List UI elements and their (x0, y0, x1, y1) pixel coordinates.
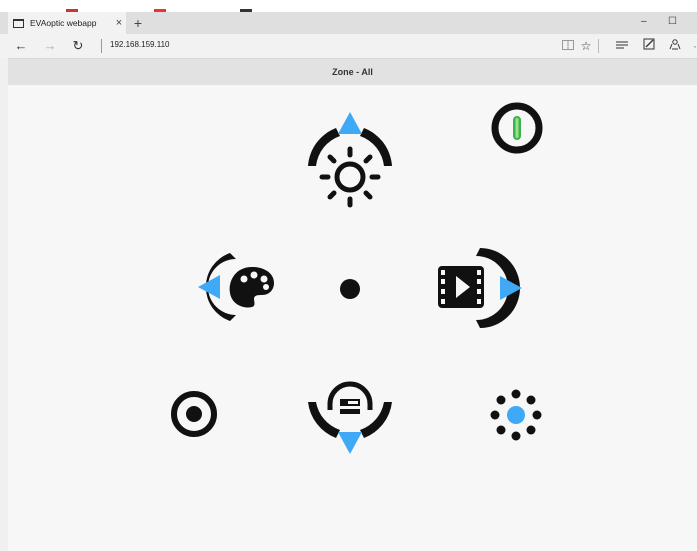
zone-title: Zone - All (332, 67, 373, 77)
minimize-button[interactable]: – (641, 15, 647, 29)
target-button[interactable] (170, 390, 218, 438)
top-strip (0, 0, 697, 12)
web-note-icon[interactable] (641, 37, 657, 55)
effects-button[interactable] (489, 388, 543, 442)
refresh-icon[interactable]: ↻ (69, 37, 87, 55)
tab-close-button[interactable]: × (112, 17, 126, 29)
reading-view-icon[interactable] (560, 37, 576, 55)
more-icon[interactable]: · (687, 37, 697, 55)
color-previous-button[interactable] (198, 249, 280, 325)
zone-header: Zone - All (8, 58, 697, 85)
film-icon (438, 266, 484, 308)
palette-icon (229, 267, 274, 308)
browser-tab[interactable]: EVAoptic webapp × (8, 12, 126, 34)
sun-icon (319, 146, 381, 208)
tab-title: EVAoptic webapp (30, 18, 97, 28)
hub-icon[interactable] (614, 37, 630, 55)
center-button[interactable] (339, 278, 361, 300)
page-icon (13, 18, 24, 28)
dimmer-icon (327, 381, 373, 414)
address-field[interactable]: 192.168.159.110 (110, 40, 169, 49)
browser-window: EVAoptic webapp × + – ☐ ← → ↻ 192.168.15… (0, 0, 697, 551)
tab-bar: EVAoptic webapp × + – ☐ (0, 12, 697, 34)
back-icon[interactable]: ← (12, 37, 30, 55)
new-tab-button[interactable]: + (131, 14, 145, 32)
toolbar-separator (598, 39, 599, 53)
favorite-star-icon[interactable]: ☆ (578, 37, 594, 55)
brightness-up-button[interactable] (302, 110, 398, 210)
scene-next-button[interactable] (436, 246, 524, 330)
power-button[interactable] (491, 102, 543, 154)
share-icon[interactable] (667, 37, 683, 55)
brightness-down-button[interactable] (302, 376, 398, 456)
address-separator (101, 39, 102, 53)
webapp-page: Zone - All (8, 58, 697, 551)
navigation-bar: ← → ↻ 192.168.159.110 ☆ · (0, 34, 697, 58)
forward-icon[interactable]: → (41, 37, 59, 55)
maximize-button[interactable]: ☐ (668, 15, 677, 29)
